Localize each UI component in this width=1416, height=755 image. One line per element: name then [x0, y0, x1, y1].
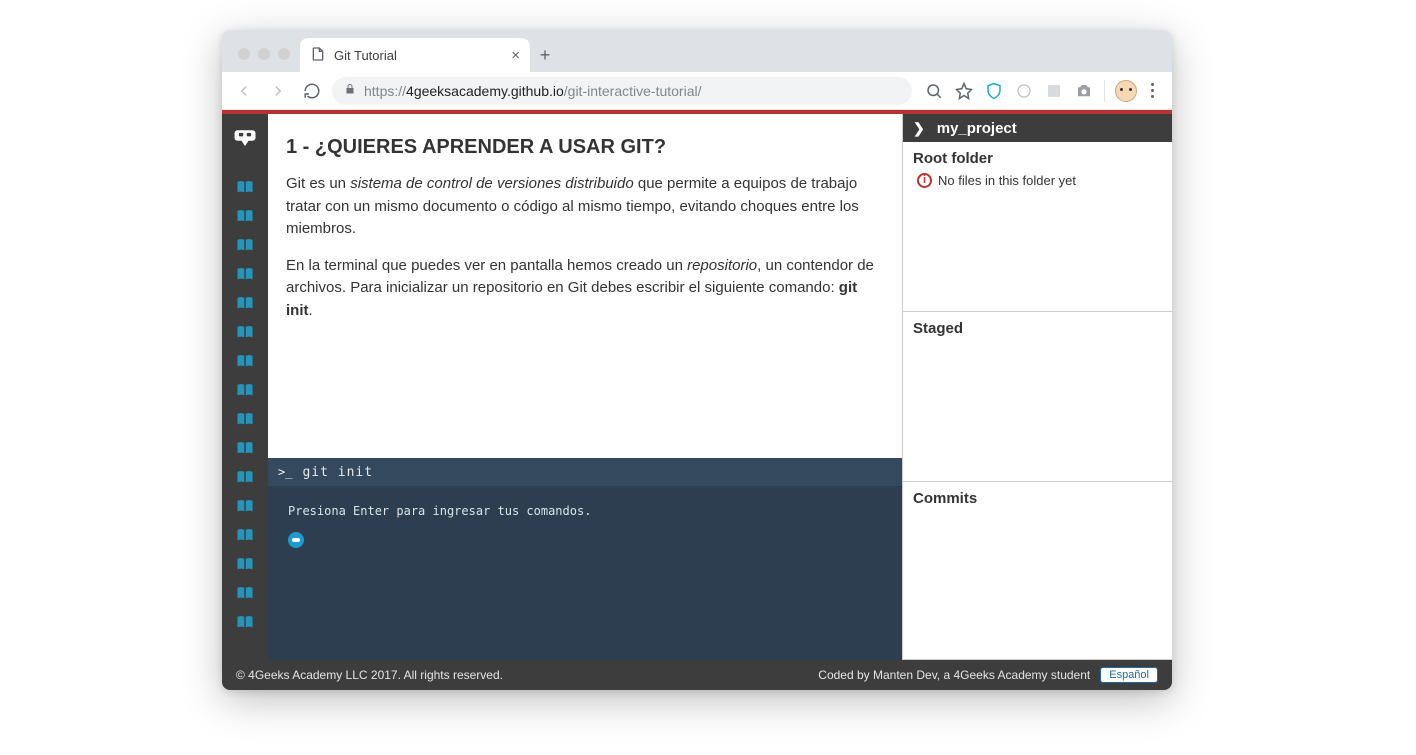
circle-icon[interactable] [1014, 81, 1034, 101]
lesson-nav-item[interactable] [222, 491, 268, 520]
kebab-menu-icon[interactable] [1147, 83, 1158, 98]
lesson-nav-item[interactable] [222, 549, 268, 578]
terminal-input-row[interactable]: >_ git init [268, 458, 902, 486]
root-folder-section: Root folder i No files in this folder ye… [903, 142, 1172, 312]
lesson-nav-item[interactable] [222, 259, 268, 288]
minimize-window-dot[interactable] [258, 48, 270, 60]
forward-button[interactable] [264, 77, 292, 105]
shield-icon[interactable] [984, 81, 1004, 101]
app-logo[interactable] [230, 124, 260, 154]
terminal-output[interactable]: Presiona Enter para ingresar tus comando… [268, 486, 902, 660]
lesson-nav-item[interactable] [222, 288, 268, 317]
main-column: 1 - ¿QUIERES APRENDER A USAR GIT? Git es… [268, 114, 902, 660]
staged-label: Staged [913, 320, 1162, 337]
lesson-nav-item[interactable] [222, 230, 268, 259]
app-viewport: 1 - ¿QUIERES APRENDER A USAR GIT? Git es… [222, 110, 1172, 690]
project-header[interactable]: ❯ my_project [903, 114, 1172, 142]
root-folder-empty: i No files in this folder yet [913, 173, 1162, 188]
lock-icon [344, 82, 356, 99]
browser-window: Git Tutorial × + https://4geeksacademy.g… [222, 30, 1172, 690]
terminal-avatar-icon [288, 532, 304, 548]
commits-section: Commits [903, 482, 1172, 660]
prompt-icon: >_ [278, 465, 292, 479]
footer-copyright: © 4Geeks Academy LLC 2017. All rights re… [236, 668, 503, 682]
lesson-nav-item[interactable] [222, 433, 268, 462]
lesson-nav-item[interactable] [222, 201, 268, 230]
star-icon[interactable] [954, 81, 974, 101]
url-text: https://4geeksacademy.github.io/git-inte… [364, 83, 701, 99]
file-icon [310, 46, 326, 65]
lesson-sidebar [222, 114, 268, 660]
lesson-nav-item[interactable] [222, 317, 268, 346]
project-name: my_project [937, 120, 1017, 137]
window-controls [232, 48, 300, 72]
lesson-paragraph-2: En la terminal que puedes ver en pantall… [286, 255, 884, 323]
staged-section: Staged [903, 312, 1172, 482]
app-footer: © 4Geeks Academy LLC 2017. All rights re… [222, 660, 1172, 690]
search-icon[interactable] [924, 81, 944, 101]
terminal-command: git init [302, 465, 373, 480]
toolbar-icons [918, 80, 1164, 102]
commits-label: Commits [913, 490, 1162, 507]
tab-title: Git Tutorial [334, 48, 397, 63]
lesson-nav-item[interactable] [222, 607, 268, 636]
language-button[interactable]: Español [1100, 667, 1158, 683]
lesson-nav-item[interactable] [222, 520, 268, 549]
close-tab-icon[interactable]: × [511, 47, 520, 64]
new-tab-button[interactable]: + [530, 38, 560, 72]
browser-tab[interactable]: Git Tutorial × [300, 38, 530, 72]
lesson-nav-item[interactable] [222, 404, 268, 433]
lesson-nav-item[interactable] [222, 346, 268, 375]
chevron-right-icon: ❯ [913, 120, 925, 137]
camera-icon[interactable] [1074, 81, 1094, 101]
file-panel: ❯ my_project Root folder i No files in t… [902, 114, 1172, 660]
close-window-dot[interactable] [238, 48, 250, 60]
profile-avatar[interactable] [1115, 80, 1137, 102]
lesson-nav-item[interactable] [222, 462, 268, 491]
url-field[interactable]: https://4geeksacademy.github.io/git-inte… [332, 77, 912, 105]
grid-icon[interactable] [1044, 81, 1064, 101]
footer-credit: Coded by Manten Dev, a 4Geeks Academy st… [818, 668, 1090, 682]
info-icon: i [917, 173, 932, 188]
lesson-paragraph-1: Git es un sistema de control de versione… [286, 173, 884, 241]
maximize-window-dot[interactable] [278, 48, 290, 60]
lesson-nav-item[interactable] [222, 172, 268, 201]
terminal-cursor-row [288, 532, 882, 548]
back-button[interactable] [230, 77, 258, 105]
tab-bar: Git Tutorial × + [222, 30, 1172, 72]
root-folder-label: Root folder [913, 150, 1162, 167]
lesson-nav-item[interactable] [222, 578, 268, 607]
terminal-hint: Presiona Enter para ingresar tus comando… [288, 504, 882, 518]
lesson-heading: 1 - ¿QUIERES APRENDER A USAR GIT? [286, 136, 884, 159]
lesson-nav-item[interactable] [222, 375, 268, 404]
address-bar: https://4geeksacademy.github.io/git-inte… [222, 72, 1172, 110]
lesson-content: 1 - ¿QUIERES APRENDER A USAR GIT? Git es… [268, 114, 902, 458]
reload-button[interactable] [298, 77, 326, 105]
